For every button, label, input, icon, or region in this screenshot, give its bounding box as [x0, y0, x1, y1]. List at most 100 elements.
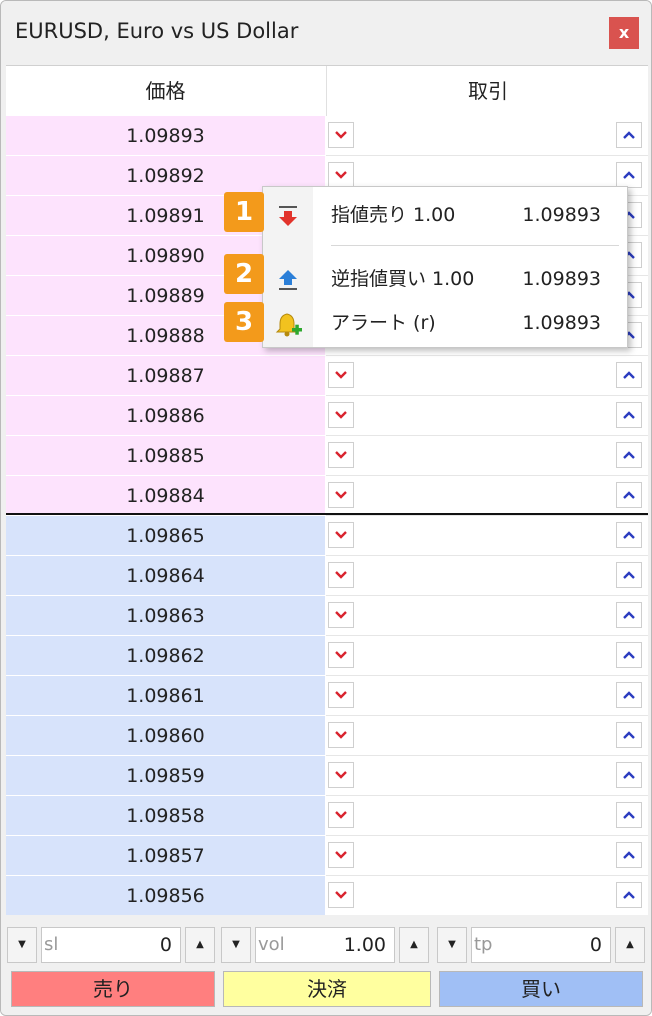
menu-item-price: 1.09893 — [522, 312, 601, 334]
chevron-down-icon[interactable] — [328, 882, 354, 908]
sl-decrement-button[interactable]: ▼ — [7, 927, 37, 963]
menu-item-price: 1.09893 — [522, 204, 601, 226]
close-button[interactable]: x — [609, 17, 639, 49]
bid-price-row: 1.09861 — [6, 676, 648, 716]
vol-stepper: ▼ vol 1.00 ▲ — [221, 927, 429, 963]
close-position-button[interactable]: 決済 — [223, 971, 431, 1007]
vol-field[interactable]: vol 1.00 — [255, 927, 395, 963]
window-title: EURUSD, Euro vs US Dollar — [15, 19, 299, 43]
chevron-down-icon[interactable] — [328, 842, 354, 868]
sl-increment-button[interactable]: ▲ — [185, 927, 215, 963]
menu-item-label: 指値売り 1.00 — [331, 204, 456, 226]
chevron-up-icon[interactable] — [616, 442, 642, 468]
chevron-up-icon[interactable] — [616, 682, 642, 708]
title-bar: EURUSD, Euro vs US Dollar x — [1, 1, 651, 65]
menu-item-label: 逆指値買い 1.00 — [331, 268, 475, 290]
vol-value: 1.00 — [343, 934, 386, 956]
chevron-up-icon[interactable] — [616, 122, 642, 148]
chevron-down-icon[interactable] — [328, 402, 354, 428]
chevron-up-icon[interactable] — [616, 842, 642, 868]
trade-cell — [326, 836, 648, 876]
chevron-down-icon[interactable] — [328, 642, 354, 668]
chevron-down-icon[interactable] — [328, 562, 354, 588]
tp-decrement-button[interactable]: ▼ — [437, 927, 467, 963]
tp-value: 0 — [589, 934, 602, 956]
ask-price-cell: 1.09884 — [6, 476, 325, 516]
chevron-up-icon[interactable] — [616, 362, 642, 388]
menu-separator — [331, 245, 619, 246]
chevron-down-icon[interactable] — [328, 522, 354, 548]
chevron-down-icon[interactable] — [328, 682, 354, 708]
menu-item-alert[interactable]: アラート (r) 1.09893 — [263, 301, 627, 345]
chevron-up-icon[interactable] — [616, 762, 642, 788]
bid-price-cell: 1.09860 — [6, 716, 325, 756]
menu-item-label: アラート (r) — [331, 312, 436, 334]
bid-price-cell: 1.09865 — [6, 516, 325, 556]
bid-price-row: 1.09862 — [6, 636, 648, 676]
chevron-down-icon[interactable] — [328, 722, 354, 748]
chevron-down-icon[interactable] — [328, 362, 354, 388]
buy-button[interactable]: 買い — [439, 971, 643, 1007]
trade-cell — [326, 636, 648, 676]
chevron-up-icon[interactable] — [616, 802, 642, 828]
bid-price-cell: 1.09858 — [6, 796, 325, 836]
arrow-up-icon — [275, 267, 301, 293]
trade-cell — [326, 756, 648, 796]
depth-of-market-window: EURUSD, Euro vs US Dollar x 価格 取引 1.0989… — [0, 0, 652, 1016]
chevron-down-icon[interactable] — [328, 762, 354, 788]
ask-price-row: 1.09893 — [6, 116, 648, 156]
chevron-down-icon[interactable] — [328, 122, 354, 148]
trade-cell — [326, 716, 648, 756]
ask-price-cell: 1.09886 — [6, 396, 325, 436]
ask-price-row: 1.09885 — [6, 436, 648, 476]
bid-price-row: 1.09856 — [6, 876, 648, 916]
sell-button[interactable]: 売り — [11, 971, 215, 1007]
vol-placeholder: vol — [258, 934, 285, 955]
bid-price-row: 1.09865 — [6, 516, 648, 556]
bid-price-cell: 1.09862 — [6, 636, 325, 676]
chevron-down-icon[interactable] — [328, 442, 354, 468]
chevron-up-icon[interactable] — [616, 162, 642, 188]
trade-cell — [326, 356, 648, 396]
bid-price-cell: 1.09861 — [6, 676, 325, 716]
chevron-up-icon[interactable] — [616, 722, 642, 748]
annotation-badge-3: 3 — [224, 302, 264, 342]
bid-price-cell: 1.09864 — [6, 556, 325, 596]
chevron-up-icon[interactable] — [616, 602, 642, 628]
tp-field[interactable]: tp 0 — [471, 927, 611, 963]
ask-price-cell: 1.09893 — [6, 116, 325, 156]
chevron-up-icon[interactable] — [616, 562, 642, 588]
bid-price-row: 1.09863 — [6, 596, 648, 636]
ask-price-cell: 1.09885 — [6, 436, 325, 476]
trade-cell — [326, 396, 648, 436]
tp-increment-button[interactable]: ▲ — [615, 927, 645, 963]
chevron-down-icon[interactable] — [328, 602, 354, 628]
bid-price-row: 1.09857 — [6, 836, 648, 876]
trade-cell — [326, 876, 648, 916]
menu-item-sell-limit[interactable]: 指値売り 1.00 1.09893 — [263, 193, 627, 237]
sl-value: 0 — [159, 934, 172, 956]
chevron-up-icon[interactable] — [616, 482, 642, 508]
bid-price-cell: 1.09857 — [6, 836, 325, 876]
bid-price-row: 1.09864 — [6, 556, 648, 596]
chevron-down-icon[interactable] — [328, 802, 354, 828]
bid-price-row: 1.09858 — [6, 796, 648, 836]
menu-item-buy-stop[interactable]: 逆指値買い 1.00 1.09893 — [263, 257, 627, 301]
vol-decrement-button[interactable]: ▼ — [221, 927, 251, 963]
chevron-up-icon[interactable] — [616, 642, 642, 668]
sl-field[interactable]: sl 0 — [41, 927, 181, 963]
menu-item-price: 1.09893 — [522, 268, 601, 290]
vol-increment-button[interactable]: ▲ — [399, 927, 429, 963]
chevron-up-icon[interactable] — [616, 882, 642, 908]
chevron-down-icon[interactable] — [328, 162, 354, 188]
trade-cell — [326, 796, 648, 836]
ask-price-row: 1.09886 — [6, 396, 648, 436]
chevron-up-icon[interactable] — [616, 402, 642, 428]
sl-placeholder: sl — [44, 934, 59, 955]
chevron-down-icon[interactable] — [328, 482, 354, 508]
trade-cell — [326, 676, 648, 716]
arrow-down-icon — [275, 203, 301, 229]
chevron-up-icon[interactable] — [616, 522, 642, 548]
annotation-badge-1: 1 — [224, 192, 264, 232]
trade-cell — [326, 556, 648, 596]
